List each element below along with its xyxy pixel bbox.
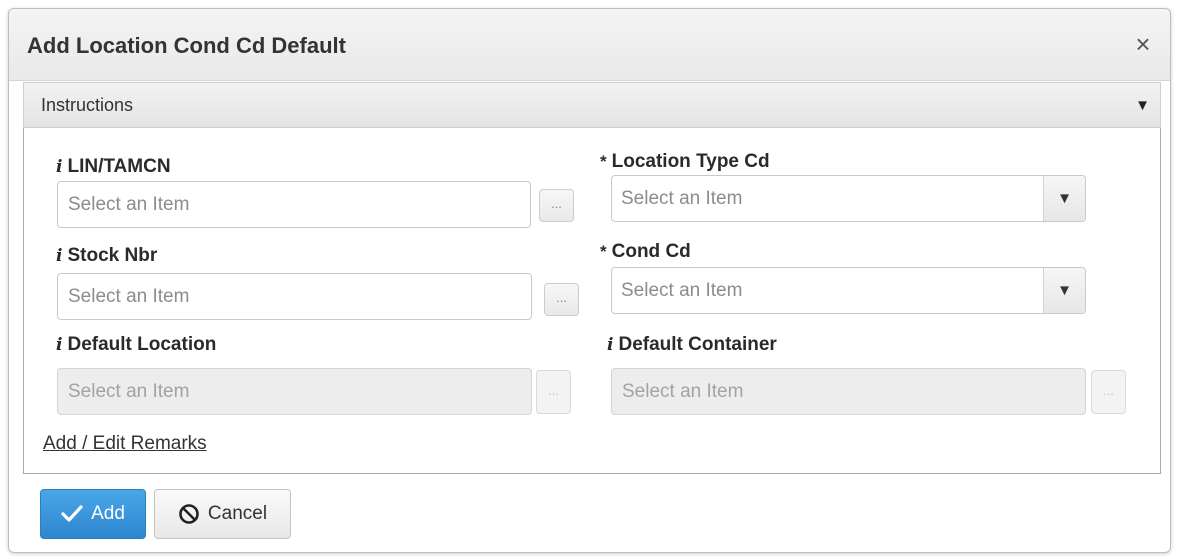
default-location-lookup-button: ... [536, 370, 571, 414]
info-icon[interactable]: i [607, 335, 613, 355]
lin-tamcn-input[interactable] [57, 181, 531, 228]
default-location-label-text: Default Location [67, 334, 217, 355]
stock-nbr-lookup-button[interactable]: ... [544, 283, 579, 316]
dialog-titlebar: Add Location Cond Cd Default × [9, 9, 1170, 81]
lin-tamcn-label-text: LIN/TAMCN [67, 156, 171, 177]
location-type-cd-label-text: Location Type Cd [611, 151, 770, 172]
location-type-cd-select[interactable]: Select an Item ▼ [611, 175, 1086, 222]
add-button-label: Add [91, 503, 125, 524]
location-type-cd-value: Select an Item [621, 188, 743, 209]
cancel-button-label: Cancel [207, 503, 268, 524]
instructions-label: Instructions [41, 95, 134, 115]
location-type-cd-label: * Location Type Cd [600, 151, 770, 173]
default-container-input [611, 368, 1086, 415]
info-icon[interactable]: i [56, 246, 62, 266]
stock-nbr-label-text: Stock Nbr [67, 245, 158, 266]
required-marker: * [600, 242, 607, 261]
form-panel: i LIN/TAMCN ... * Location Type Cd Selec… [23, 128, 1161, 474]
stock-nbr-label: i Stock Nbr [56, 245, 157, 267]
default-container-lookup-button: ... [1091, 370, 1126, 414]
caret-down-icon: ▼ [1135, 97, 1150, 114]
chevron-down-icon[interactable]: ▼ [1043, 176, 1085, 221]
dialog-title: Add Location Cond Cd Default [27, 33, 346, 58]
chevron-down-icon[interactable]: ▼ [1043, 268, 1085, 313]
cond-cd-label: * Cond Cd [600, 241, 691, 263]
cond-cd-value: Select an Item [621, 280, 743, 301]
lin-tamcn-label: i LIN/TAMCN [56, 156, 171, 178]
default-location-input [57, 368, 532, 415]
required-marker: * [600, 152, 607, 171]
cond-cd-select[interactable]: Select an Item ▼ [611, 267, 1086, 314]
stock-nbr-input[interactable] [57, 273, 532, 320]
check-icon [61, 505, 83, 523]
add-location-cond-cd-default-dialog: Add Location Cond Cd Default × Instructi… [8, 8, 1171, 553]
info-icon[interactable]: i [56, 157, 62, 177]
info-icon[interactable]: i [56, 335, 62, 355]
cond-cd-label-text: Cond Cd [611, 241, 691, 262]
close-icon[interactable]: × [1130, 31, 1156, 57]
lin-tamcn-lookup-button[interactable]: ... [539, 189, 574, 222]
instructions-accordion[interactable]: Instructions ▼ [23, 82, 1161, 128]
default-container-label-text: Default Container [618, 334, 777, 355]
cancel-button[interactable]: Cancel [154, 489, 291, 539]
add-button[interactable]: Add [40, 489, 146, 539]
default-location-label: i Default Location [56, 334, 216, 356]
add-edit-remarks-link[interactable]: Add / Edit Remarks [43, 433, 207, 455]
default-container-label: i Default Container [607, 334, 777, 356]
ban-icon [178, 503, 200, 525]
